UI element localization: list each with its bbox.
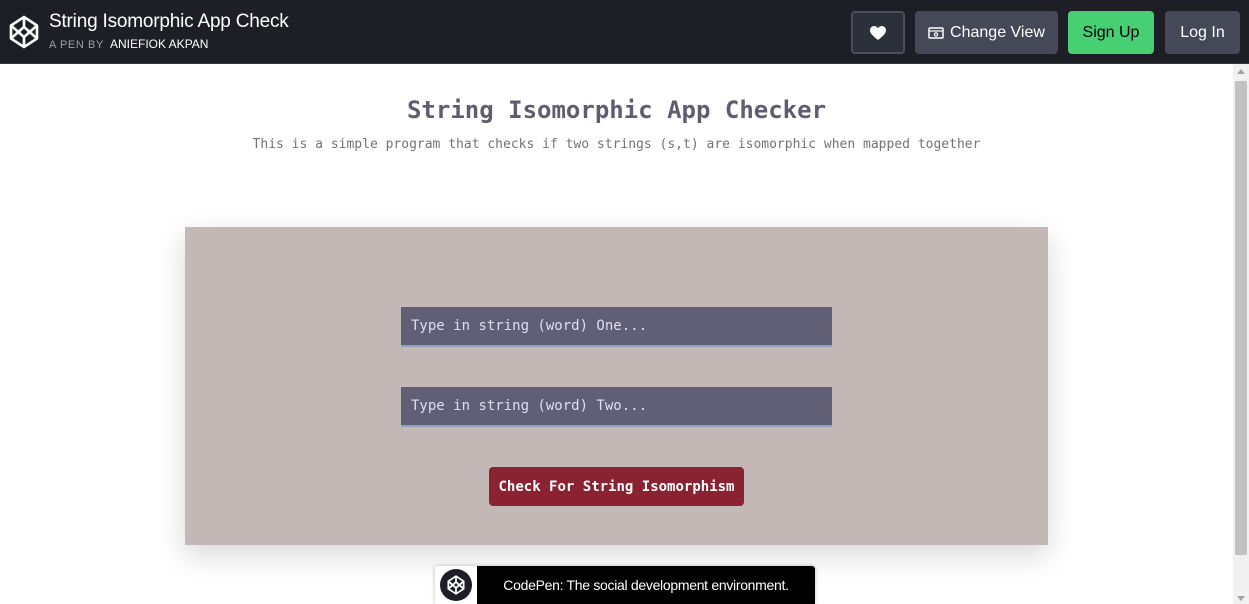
sign-up-button[interactable]: Sign Up bbox=[1068, 11, 1154, 54]
pen-byline: A PEN BY ANIEFIOK AKPAN bbox=[49, 37, 208, 51]
layout-icon bbox=[928, 26, 944, 39]
scroll-up-arrow-icon[interactable] bbox=[1237, 69, 1245, 74]
scrollbar-thumb[interactable] bbox=[1235, 81, 1247, 555]
change-view-button[interactable]: Change View bbox=[915, 11, 1058, 54]
string-two-input[interactable] bbox=[401, 387, 832, 427]
app-subtitle: This is a simple program that checks if … bbox=[252, 137, 981, 152]
heart-button[interactable] bbox=[851, 11, 905, 54]
check-isomorphism-button[interactable]: Check For String Isomorphism bbox=[489, 467, 744, 506]
codepen-logo-icon[interactable] bbox=[9, 15, 39, 49]
codepen-badge-logo-icon bbox=[447, 575, 465, 595]
string-one-input[interactable] bbox=[401, 307, 832, 347]
pen-by-label: A PEN BY bbox=[49, 39, 104, 51]
vertical-scrollbar[interactable] bbox=[1233, 64, 1249, 604]
badge-logo bbox=[440, 569, 472, 601]
checker-card: Check For String Isomorphism bbox=[185, 227, 1048, 545]
codepen-badge[interactable]: CodePen: The social development environm… bbox=[435, 566, 815, 604]
pen-title: String Isomorphic App Check bbox=[49, 11, 289, 32]
app-title: String Isomorphic App Checker bbox=[406, 96, 827, 124]
heart-icon bbox=[870, 25, 886, 40]
badge-logo-container bbox=[435, 566, 477, 604]
badge-text: CodePen: The social development environm… bbox=[477, 566, 815, 604]
scroll-down-arrow-icon[interactable] bbox=[1237, 596, 1245, 601]
change-view-label: Change View bbox=[950, 23, 1045, 41]
codepen-header: String Isomorphic App Check A PEN BY ANI… bbox=[0, 0, 1249, 64]
log-in-button[interactable]: Log In bbox=[1165, 11, 1240, 54]
author-link[interactable]: ANIEFIOK AKPAN bbox=[110, 37, 208, 51]
